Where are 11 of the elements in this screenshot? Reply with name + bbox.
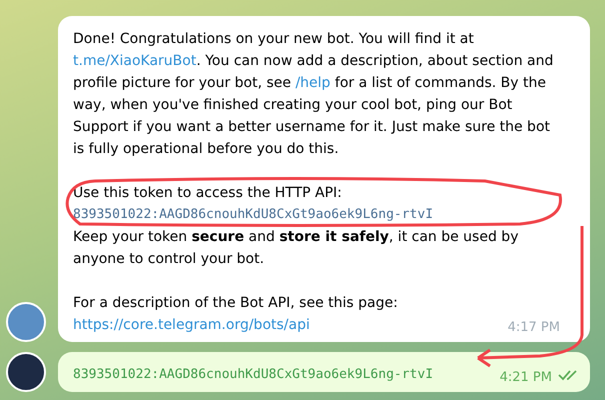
link[interactable]: t.me/XiaoKaruBot xyxy=(73,53,196,69)
message-text: Keep your token secure and store it safely, it can be used by anyone to control your bot. xyxy=(73,228,520,269)
message-text: For a description of the Bot API, see this page: xyxy=(73,294,398,313)
message-time: 4:21 PM xyxy=(500,370,552,385)
message-text: Use this token to access the HTTP API: xyxy=(73,184,343,203)
token-text: 8393501022:AAGD86cnouhKdU8CxGt9ao6ek9L6ng-rtvI xyxy=(73,366,434,384)
link[interactable]: /help xyxy=(295,75,330,91)
link[interactable]: https://core.telegram.org/bots/api xyxy=(73,314,398,336)
message-time: 4:17 PM xyxy=(508,320,560,335)
token-text: 8393501022:AAGD86cnouhKdU8CxGt9ao6ek9L6ng-rtvI xyxy=(73,206,434,224)
message-paragraph: Done! Congratulations on your new bot. You will find it at t.me/XiaoKaruBot. You can now add a description, about section and profile picture for your bot, see /help for a list of commands. By the way, when you've finished creating your cool bot, ping our Bot Support if you want a better username for it. Just make sure the bot is fully operational before you do this. xyxy=(73,30,554,159)
